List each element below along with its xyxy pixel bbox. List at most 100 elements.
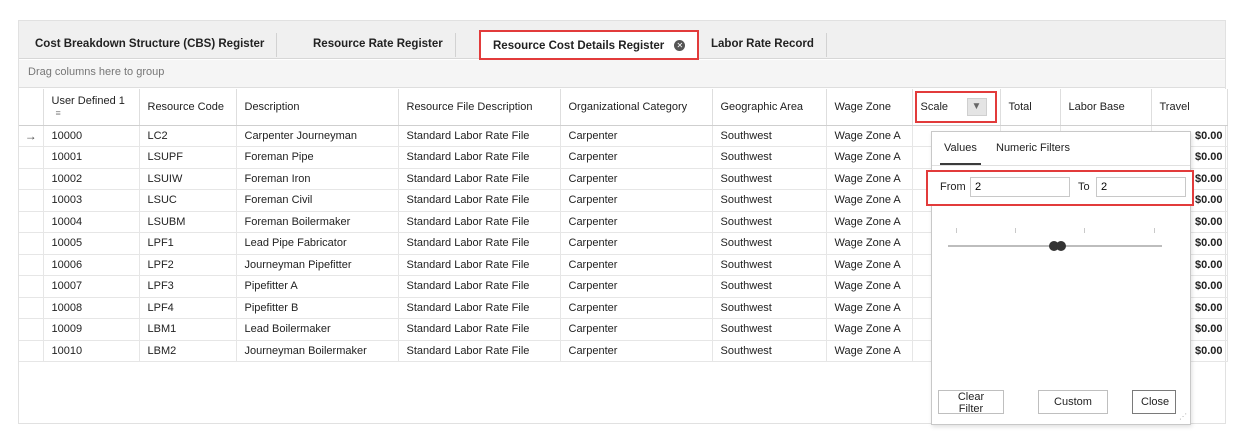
cell-description[interactable]: Pipefitter A (236, 275, 399, 298)
column-header-resource-code[interactable]: Resource Code (139, 89, 237, 126)
cell-user-defined-1[interactable]: 10010 (43, 340, 140, 362)
cell-category[interactable]: Carpenter (560, 125, 713, 147)
cell-file-desc[interactable]: Standard Labor Rate File (398, 211, 561, 233)
cell-user-defined-1[interactable]: 10003 (43, 189, 140, 212)
close-button[interactable]: Close (1132, 390, 1176, 414)
cell-zone[interactable]: Wage Zone A (826, 318, 913, 341)
tab-resource-cost-details-register[interactable]: Resource Cost Details Register ✕ (479, 30, 700, 60)
cell-zone[interactable]: Wage Zone A (826, 340, 913, 362)
column-header-geographic-area[interactable]: Geographic Area (712, 89, 827, 126)
cell-zone[interactable]: Wage Zone A (826, 275, 913, 298)
cell-zone[interactable]: Wage Zone A (826, 189, 913, 212)
cell-area[interactable]: Southwest (712, 189, 827, 212)
cell-file-desc[interactable]: Standard Labor Rate File (398, 232, 561, 255)
cell-file-desc[interactable]: Standard Labor Rate File (398, 125, 561, 147)
cell-code[interactable]: LPF1 (139, 232, 237, 255)
cell-code[interactable]: LPF4 (139, 297, 237, 319)
cell-area[interactable]: Southwest (712, 254, 827, 276)
cell-description[interactable]: Foreman Pipe (236, 146, 399, 169)
cell-code[interactable]: LSUC (139, 189, 237, 212)
cell-code[interactable]: LPF2 (139, 254, 237, 276)
cell-category[interactable]: Carpenter (560, 232, 713, 255)
custom-button[interactable]: Custom (1038, 390, 1108, 414)
cell-category[interactable]: Carpenter (560, 340, 713, 362)
cell-zone[interactable]: Wage Zone A (826, 254, 913, 276)
column-header-description[interactable]: Description (236, 89, 399, 126)
cell-description[interactable]: Pipefitter B (236, 297, 399, 319)
cell-category[interactable]: Carpenter (560, 168, 713, 190)
column-header-resource-file-description[interactable]: Resource File Description (398, 89, 561, 126)
cell-description[interactable]: Lead Pipe Fabricator (236, 232, 399, 255)
cell-user-defined-1[interactable]: 10005 (43, 232, 140, 255)
cell-file-desc[interactable]: Standard Labor Rate File (398, 340, 561, 362)
cell-user-defined-1[interactable]: 10008 (43, 297, 140, 319)
slider-knob-max[interactable] (1056, 241, 1066, 251)
column-header-user-defined-1[interactable]: User Defined 1≡ (43, 89, 140, 126)
cell-code[interactable]: LSUIW (139, 168, 237, 190)
tab-resource-rate-register[interactable]: Resource Rate Register (301, 33, 456, 57)
cell-code[interactable]: LSUBM (139, 211, 237, 233)
cell-description[interactable]: Foreman Iron (236, 168, 399, 190)
cell-category[interactable]: Carpenter (560, 297, 713, 319)
close-circle-icon[interactable]: ✕ (674, 40, 686, 52)
cell-user-defined-1[interactable]: 10002 (43, 168, 140, 190)
tab-labor-rate-record[interactable]: Labor Rate Record (699, 33, 827, 57)
cell-description[interactable]: Lead Boilermaker (236, 318, 399, 341)
cell-area[interactable]: Southwest (712, 168, 827, 190)
group-by-area[interactable]: Drag columns here to group (19, 60, 1225, 88)
cell-category[interactable]: Carpenter (560, 211, 713, 233)
cell-area[interactable]: Southwest (712, 318, 827, 341)
cell-area[interactable]: Southwest (712, 125, 827, 147)
cell-file-desc[interactable]: Standard Labor Rate File (398, 275, 561, 298)
cell-file-desc[interactable]: Standard Labor Rate File (398, 254, 561, 276)
cell-user-defined-1[interactable]: 10009 (43, 318, 140, 341)
filter-tab-values[interactable]: Values (940, 142, 981, 165)
from-input[interactable] (970, 177, 1070, 197)
cell-code[interactable]: LC2 (139, 125, 237, 147)
cell-category[interactable]: Carpenter (560, 318, 713, 341)
cell-user-defined-1[interactable]: 10004 (43, 211, 140, 233)
cell-code[interactable]: LSUPF (139, 146, 237, 169)
cell-category[interactable]: Carpenter (560, 275, 713, 298)
cell-description[interactable]: Journeyman Boilermaker (236, 340, 399, 362)
cell-area[interactable]: Southwest (712, 275, 827, 298)
cell-zone[interactable]: Wage Zone A (826, 146, 913, 169)
cell-area[interactable]: Southwest (712, 340, 827, 362)
cell-user-defined-1[interactable]: 10006 (43, 254, 140, 276)
clear-filter-button[interactable]: Clear Filter (938, 390, 1004, 415)
cell-zone[interactable]: Wage Zone A (826, 168, 913, 190)
cell-file-desc[interactable]: Standard Labor Rate File (398, 189, 561, 212)
to-input[interactable] (1096, 177, 1186, 197)
cell-user-defined-1[interactable]: 10001 (43, 146, 140, 169)
cell-category[interactable]: Carpenter (560, 254, 713, 276)
cell-code[interactable]: LBM1 (139, 318, 237, 341)
cell-zone[interactable]: Wage Zone A (826, 211, 913, 233)
cell-file-desc[interactable]: Standard Labor Rate File (398, 318, 561, 341)
cell-file-desc[interactable]: Standard Labor Rate File (398, 168, 561, 190)
cell-description[interactable]: Foreman Boilermaker (236, 211, 399, 233)
cell-user-defined-1[interactable]: 10000 (43, 125, 140, 147)
cell-zone[interactable]: Wage Zone A (826, 297, 913, 319)
cell-file-desc[interactable]: Standard Labor Rate File (398, 146, 561, 169)
cell-description[interactable]: Journeyman Pipefitter (236, 254, 399, 276)
cell-area[interactable]: Southwest (712, 297, 827, 319)
tab-cbs-register[interactable]: Cost Breakdown Structure (CBS) Register (23, 33, 278, 57)
funnel-filter-icon[interactable]: ▼ (966, 98, 987, 116)
column-header-scale[interactable]: Scale ▼ (912, 89, 1001, 126)
column-header-organizational-category[interactable]: Organizational Category (560, 89, 713, 126)
cell-code[interactable]: LPF3 (139, 275, 237, 298)
cell-description[interactable]: Carpenter Journeyman (236, 125, 399, 147)
cell-user-defined-1[interactable]: 10007 (43, 275, 140, 298)
column-header-wage-zone[interactable]: Wage Zone (826, 89, 913, 126)
column-header-travel[interactable]: Travel (1151, 89, 1228, 126)
cell-category[interactable]: Carpenter (560, 146, 713, 169)
column-header-total[interactable]: Total (1000, 89, 1061, 126)
cell-zone[interactable]: Wage Zone A (826, 232, 913, 255)
cell-area[interactable]: Southwest (712, 211, 827, 233)
cell-file-desc[interactable]: Standard Labor Rate File (398, 297, 561, 319)
resize-grip-icon[interactable]: ⋰ (1179, 412, 1187, 421)
cell-zone[interactable]: Wage Zone A (826, 125, 913, 147)
column-header-labor-base[interactable]: Labor Base (1060, 89, 1152, 126)
filter-tab-numeric-filters[interactable]: Numeric Filters (996, 142, 1070, 154)
cell-category[interactable]: Carpenter (560, 189, 713, 212)
